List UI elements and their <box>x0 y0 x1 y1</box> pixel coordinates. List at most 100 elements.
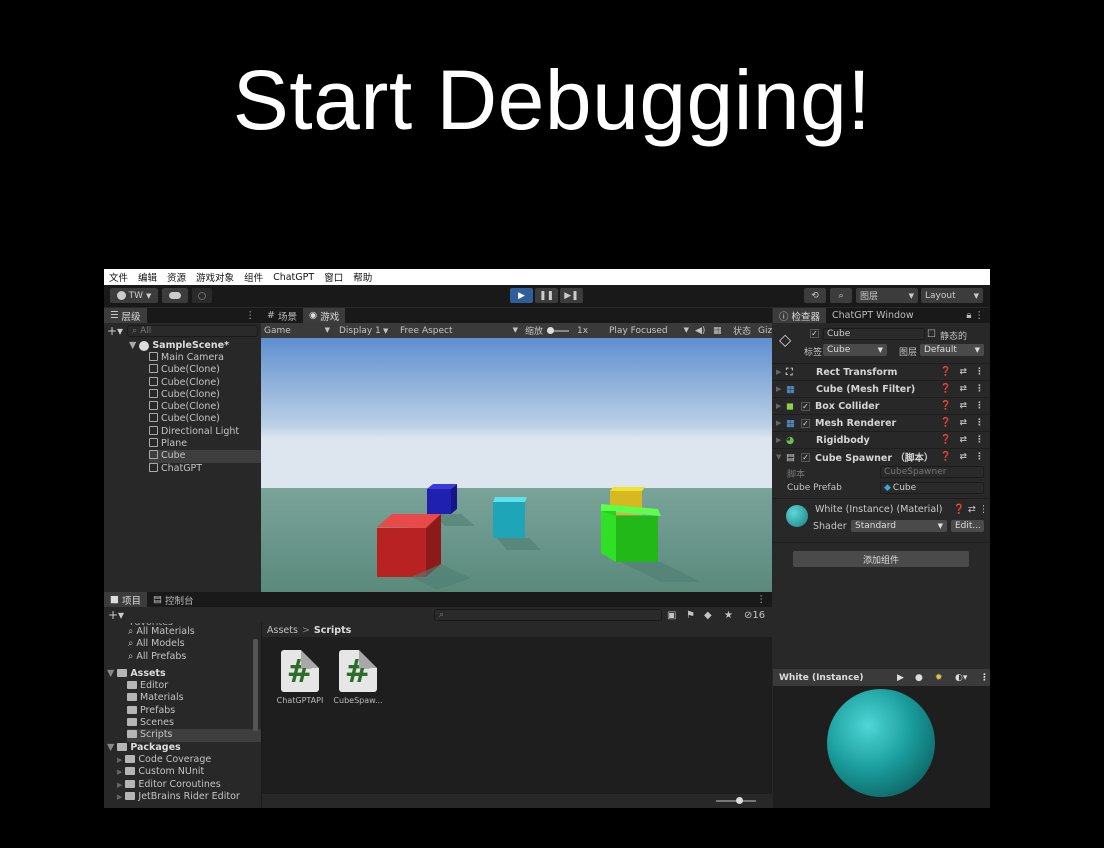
hierarchy-item[interactable]: ChatGPT <box>149 462 261 475</box>
preset-icon[interactable]: ⇄ <box>959 367 967 377</box>
tag-dropdown[interactable]: Cube ▼ <box>823 344 887 356</box>
tag-icon[interactable]: ◆ <box>704 610 712 621</box>
help-icon[interactable]: ❓ <box>940 401 951 411</box>
package-folder[interactable]: ▶ JetBrains Rider Editor <box>117 791 261 803</box>
game-mode-dropdown[interactable]: Game ▼ <box>264 326 330 336</box>
preset-icon[interactable]: ⇄ <box>959 384 967 394</box>
component-menu-icons[interactable]: ❓ ⇄ ⋮ <box>940 435 984 445</box>
asset-folder[interactable]: Prefabs <box>127 705 261 717</box>
scene-header[interactable]: ▼ SampleScene* <box>104 339 261 352</box>
preview-play-icon[interactable]: ▶ <box>897 673 904 683</box>
filter-label-icon[interactable]: ⚑ <box>686 610 695 621</box>
component-header[interactable]: ▼ ▤ ✓ Cube Spawner （脚本） ❓ ⇄ ⋮ <box>773 448 990 465</box>
lock-icon[interactable]: ⋮ <box>246 310 256 321</box>
component-enabled-checkbox[interactable]: ✓ <box>801 401 810 411</box>
step-button[interactable]: ▶❚ <box>560 288 583 303</box>
add-component-button[interactable]: 添加组件 <box>793 551 969 567</box>
favorite-item[interactable]: ⌕ All Models <box>128 638 261 650</box>
component-menu-icons[interactable]: ❓ ⇄ ⋮ <box>940 384 984 394</box>
component-menu-icons[interactable]: ❓ ⇄ ⋮ <box>940 367 984 377</box>
menu-help[interactable]: 帮助 <box>353 270 372 284</box>
tab-scene[interactable]: # 场景 <box>261 308 303 323</box>
kebab-icon[interactable]: ⋮ <box>975 452 984 462</box>
component-menu-icons[interactable]: ❓ ⇄ ⋮ <box>940 401 984 411</box>
kebab-icon[interactable]: ⋮ <box>975 367 984 377</box>
preview-shape-dropdown[interactable]: ◐▾ <box>955 673 967 683</box>
hierarchy-item[interactable]: Cube(Clone) <box>149 401 261 413</box>
tree-scrollbar[interactable] <box>253 639 258 731</box>
component-enabled-checkbox[interactable]: ✓ <box>801 452 810 462</box>
play-button[interactable]: ▶ <box>510 288 533 303</box>
kebab-icon[interactable]: ⋮ <box>975 401 984 411</box>
history-button[interactable]: ⟲ <box>804 288 826 303</box>
favorite-star-icon[interactable]: ★ <box>724 610 733 621</box>
script-chatgptapi[interactable]: # ChatGPTAPI <box>270 650 330 705</box>
menu-window[interactable]: 窗口 <box>324 270 343 284</box>
favorite-item[interactable]: ⌕ All Materials <box>128 626 261 638</box>
help-icon[interactable]: ❓ <box>940 452 951 462</box>
lock-icon[interactable]: 🔒︎ ⋮ <box>966 310 984 321</box>
component-header[interactable]: ▶ ◕ Rigidbody ❓ ⇄ ⋮ <box>773 431 990 448</box>
kebab-icon[interactable]: ⋮ <box>975 435 984 445</box>
help-icon[interactable]: ❓ <box>940 367 951 377</box>
preview-sphere-icon[interactable]: ● <box>915 673 923 683</box>
stats-grid-icon[interactable]: ▦ <box>713 326 722 336</box>
tab-inspector[interactable]: ⓘ 检查器 <box>773 308 827 323</box>
shader-dropdown[interactable]: Standard ▼ <box>851 520 947 532</box>
component-header[interactable]: ▶ ▦ ✓ Mesh Renderer ❓ ⇄ ⋮ <box>773 414 990 431</box>
menu-component[interactable]: 组件 <box>244 270 263 284</box>
package-folder[interactable]: ▶ Code Coverage <box>117 754 261 766</box>
add-object-button[interactable]: +▾ <box>107 324 123 338</box>
hidden-count[interactable]: ⊘16 <box>744 610 765 621</box>
hierarchy-item[interactable]: Cube <box>149 450 261 463</box>
component-header[interactable]: ▶ ◼ ✓ Box Collider ❓ ⇄ ⋮ <box>773 397 990 414</box>
static-checkbox[interactable]: ☐ <box>927 329 936 340</box>
asset-folder[interactable]: Scenes <box>127 717 261 729</box>
asset-folder[interactable]: Scripts <box>127 729 261 742</box>
preset-icon[interactable]: ⇄ <box>959 418 967 428</box>
object-name-field[interactable]: Cube <box>823 328 925 340</box>
play-focused-dropdown[interactable]: Play Focused ▼ <box>609 326 689 336</box>
aspect-dropdown[interactable]: Free Aspect ▼ <box>400 326 518 336</box>
cloud-button[interactable] <box>162 288 188 303</box>
layout-dropdown[interactable]: Layout ▼ <box>921 288 983 303</box>
assets-root[interactable]: ▼ Assets <box>104 668 261 680</box>
shader-edit-button[interactable]: Edit... <box>951 520 984 532</box>
collab-button[interactable] <box>192 288 212 303</box>
script-cubespawner[interactable]: # CubeSpaw... <box>328 650 388 705</box>
material-menu-icons[interactable]: ❓ ⇄ ⋮ <box>953 504 988 515</box>
hierarchy-item[interactable]: Directional Light <box>149 425 261 438</box>
project-search-input[interactable]: ⌕ <box>434 609 662 621</box>
layers-dropdown[interactable]: 图层 ▼ <box>856 288 918 303</box>
layer-dropdown[interactable]: Default ▼ <box>920 344 984 356</box>
favorite-item[interactable]: ⌕ All Prefabs <box>128 651 261 663</box>
preset-icon[interactable]: ⇄ <box>959 452 967 462</box>
preview-menu-icon[interactable]: ⋮ <box>980 673 989 683</box>
kebab-icon[interactable]: ⋮ <box>975 384 984 394</box>
hierarchy-item[interactable]: Plane <box>149 438 261 450</box>
hierarchy-item[interactable]: Main Camera <box>149 352 261 364</box>
display-dropdown[interactable]: Display 1 ▼ <box>339 326 395 336</box>
asset-folder[interactable]: Editor <box>127 680 261 692</box>
component-header[interactable]: ▶ ▦ Cube (Mesh Filter) ❓ ⇄ ⋮ <box>773 380 990 397</box>
account-dropdown[interactable]: TW ▼ <box>110 288 158 303</box>
kebab-icon[interactable]: ⋮ <box>975 418 984 428</box>
hierarchy-item[interactable]: Cube(Clone) <box>149 413 261 425</box>
scale-slider[interactable]: 缩放 1x <box>525 324 588 338</box>
stats-toggle[interactable]: 状态 <box>733 324 751 337</box>
package-folder[interactable]: ▶ Editor Coroutines <box>117 779 261 791</box>
active-checkbox[interactable]: ✓ <box>810 329 819 338</box>
hierarchy-item[interactable]: Cube(Clone) <box>149 376 261 389</box>
package-folder[interactable]: ▶ Custom NUnit <box>117 766 261 778</box>
component-header[interactable]: ▶ ⛶ Rect Transform ❓ ⇄ ⋮ <box>773 363 990 380</box>
component-menu-icons[interactable]: ❓ ⇄ ⋮ <box>940 452 984 462</box>
panel-menu-icon[interactable]: ⋮ <box>757 594 767 605</box>
tab-hierarchy[interactable]: ☰ 层级 <box>104 308 147 323</box>
search-button[interactable]: ⌕ <box>830 288 852 303</box>
help-icon[interactable]: ❓ <box>940 418 951 428</box>
tab-game[interactable]: ◉ 游戏 <box>302 308 346 323</box>
menu-file[interactable]: 文件 <box>109 270 128 284</box>
gizmos-toggle[interactable]: Giz <box>758 326 772 336</box>
hierarchy-item[interactable]: Cube(Clone) <box>149 388 261 401</box>
pause-button[interactable]: ❚❚ <box>535 288 558 303</box>
